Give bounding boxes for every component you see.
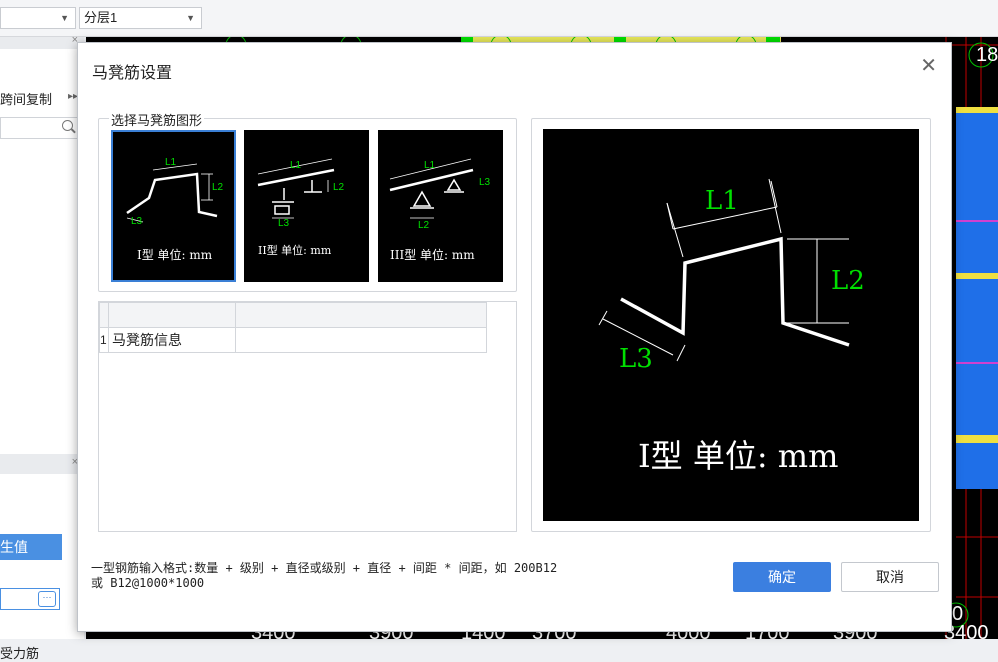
cad-label: 0 [952, 603, 963, 625]
thumb-caption: I型 单位: mm [137, 247, 213, 262]
dim-label: L2 [418, 220, 430, 231]
properties-title-bar: × [0, 454, 84, 474]
confirm-button[interactable]: 确定 [733, 562, 831, 592]
dim-label: L1 [165, 157, 177, 168]
panel-title-bar: × [0, 34, 84, 49]
group-label: 选择马凳筋图形 [109, 110, 205, 129]
copy-button[interactable]: 跨间复制 [0, 89, 52, 108]
row-value[interactable] [235, 327, 487, 353]
layer-combo[interactable]: 分层1 ▼ [79, 7, 202, 29]
top-toolbar: ▼ 分层1 ▼ [0, 0, 998, 37]
dim-label: L2 [333, 182, 345, 193]
chevron-down-icon: ▼ [60, 13, 69, 23]
shape-selection-group: 选择马凳筋图形 L1 L2 L3 I型 单位: mm L1 L2 L3 II型 … [98, 110, 517, 292]
left-panel: × 跨间复制 ▸▸ × 生值 ··· 受力筋 [0, 34, 84, 661]
close-icon[interactable]: ✕ [920, 55, 937, 77]
type1-diagram: L1 L2 L3 I型 单位: mm [126, 157, 224, 262]
dim-label: L3 [278, 218, 290, 229]
table-header-row [99, 302, 487, 328]
chair-bar-settings-dialog: 马凳筋设置 ✕ 选择马凳筋图形 L1 L2 L3 I型 单位: mm L1 L2… [77, 42, 952, 632]
preview-group: L1 L2 L3 I型 单位: mm [531, 118, 931, 532]
property-text: 受力筋 [0, 646, 40, 661]
dim-label: L1 [705, 186, 739, 216]
type3-diagram: L1 L3 L2 III型 单位: mm [389, 158, 491, 262]
table-row[interactable]: 1 马凳筋信息 [99, 327, 487, 353]
chevron-down-icon: ▼ [186, 13, 195, 23]
dim-label: L2 [831, 266, 865, 296]
dialog-title: 马凳筋设置 [92, 65, 173, 82]
dim-label: L3 [619, 344, 653, 374]
type2-diagram: L1 L2 L3 II型 单位: mm [257, 158, 345, 257]
floor-combo[interactable]: ▼ [0, 7, 76, 29]
row-name: 马凳筋信息 [108, 327, 236, 353]
search-icon [62, 120, 73, 131]
property-grid: 1 马凳筋信息 [98, 301, 517, 532]
row-number: 1 [99, 327, 109, 353]
preview-diagram: L1 L2 L3 I型 单位: mm [598, 178, 865, 475]
property-value-header: 生值 [0, 534, 62, 560]
property-value-input[interactable]: ··· [0, 588, 60, 610]
dim-label: L2 [212, 182, 224, 193]
preview-caption: I型 单位: mm [638, 437, 838, 475]
cad-label: 18 [976, 44, 998, 66]
shape-option-type1[interactable]: L1 L2 L3 I型 单位: mm [111, 130, 236, 282]
input-format-hint: 一型钢筋输入格式:数量 + 级别 + 直径或级别 + 直径 + 间距 * 间距，… [91, 561, 558, 590]
thumb-caption: II型 单位: mm [258, 243, 332, 257]
property-table: 1 马凳筋信息 [99, 302, 487, 353]
ellipsis-icon[interactable]: ··· [38, 591, 56, 607]
search-input[interactable] [0, 117, 78, 139]
shape-option-type2[interactable]: L1 L2 L3 II型 单位: mm [244, 130, 369, 282]
thumb-caption: III型 单位: mm [390, 247, 475, 262]
shape-option-type3[interactable]: L1 L3 L2 III型 单位: mm [378, 130, 503, 282]
dim-label: L1 [424, 160, 436, 171]
cancel-button[interactable]: 取消 [841, 562, 939, 592]
shape-preview: L1 L2 L3 I型 单位: mm [543, 129, 919, 521]
dim-label: L1 [290, 160, 302, 171]
layer-combo-value: 分层1 [84, 10, 118, 25]
dim-label: L3 [131, 216, 143, 227]
dim-label: L3 [479, 177, 491, 188]
